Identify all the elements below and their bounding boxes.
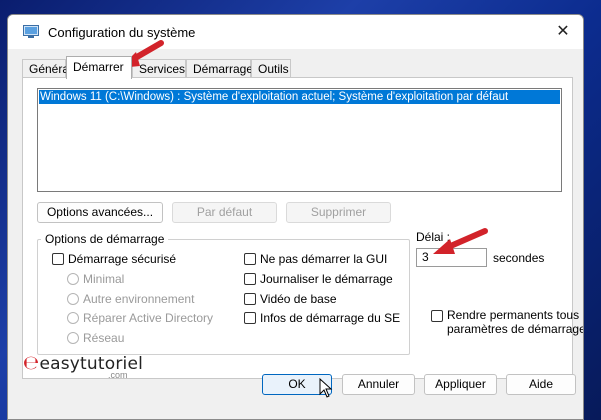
no-gui-checkbox[interactable]: Ne pas démarrer la GUI bbox=[244, 252, 387, 266]
safe-boot-label: Démarrage sécurisé bbox=[68, 252, 177, 266]
tab-general[interactable]: Général bbox=[22, 59, 72, 78]
radio-active-directory-dot[interactable] bbox=[67, 312, 79, 324]
close-icon[interactable]: ✕ bbox=[543, 15, 583, 49]
boot-entry-item[interactable]: Windows 11 (C:\Windows) : Système d'expl… bbox=[39, 90, 560, 104]
tab-tools[interactable]: Outils bbox=[251, 59, 291, 78]
make-permanent-line1: Rendre permanents tous les bbox=[447, 308, 584, 322]
boot-log-checkbox[interactable]: Journaliser le démarrage bbox=[244, 272, 393, 286]
no-gui-label: Ne pas démarrer la GUI bbox=[260, 252, 388, 266]
advanced-options-button[interactable]: Options avancées... bbox=[37, 202, 163, 223]
make-permanent-line2: paramètres de démarrage bbox=[447, 322, 584, 336]
radio-minimal-dot[interactable] bbox=[67, 273, 79, 285]
radio-active-directory-label: Réparer Active Directory bbox=[83, 311, 214, 325]
boot-log-box[interactable] bbox=[244, 273, 256, 285]
make-permanent-checkbox[interactable]: Rendre permanents tous les paramètres de… bbox=[431, 308, 584, 336]
radio-alternate-shell[interactable]: Autre environnement bbox=[67, 292, 194, 306]
base-video-box[interactable] bbox=[244, 293, 256, 305]
cancel-button[interactable]: Annuler bbox=[342, 374, 415, 395]
safe-boot-checkbox[interactable]: Démarrage sécurisé bbox=[52, 252, 176, 266]
safe-boot-box[interactable] bbox=[52, 253, 64, 265]
timeout-unit: secondes bbox=[493, 251, 545, 265]
title-bar: Configuration du système ✕ bbox=[8, 15, 583, 49]
tab-start[interactable]: Démarrer bbox=[66, 56, 132, 79]
boot-entries-list[interactable]: Windows 11 (C:\Windows) : Système d'expl… bbox=[37, 88, 562, 192]
apply-button[interactable]: Appliquer bbox=[424, 374, 497, 395]
make-permanent-box[interactable] bbox=[431, 310, 443, 322]
set-default-button[interactable]: Par défaut bbox=[172, 202, 277, 223]
radio-minimal-label: Minimal bbox=[83, 272, 125, 286]
radio-alternate-shell-label: Autre environnement bbox=[83, 292, 195, 306]
os-boot-info-label: Infos de démarrage du SE bbox=[260, 311, 401, 325]
red-arrow-icon bbox=[433, 228, 488, 254]
no-gui-box[interactable] bbox=[244, 253, 256, 265]
radio-alternate-shell-dot[interactable] bbox=[67, 293, 79, 305]
help-button[interactable]: Aide bbox=[506, 374, 576, 395]
os-boot-info-checkbox[interactable]: Infos de démarrage du SE bbox=[244, 311, 400, 325]
mouse-pointer-icon bbox=[319, 378, 333, 398]
radio-network-label: Réseau bbox=[83, 331, 125, 345]
radio-network-dot[interactable] bbox=[67, 332, 79, 344]
make-permanent-label: Rendre permanents tous les paramètres de… bbox=[447, 308, 584, 336]
radio-active-directory[interactable]: Réparer Active Directory bbox=[67, 311, 213, 325]
tab-startup[interactable]: Démarrage bbox=[186, 59, 253, 78]
boot-options-title: Options de démarrage bbox=[41, 232, 169, 246]
watermark-e-icon: ℮ bbox=[23, 352, 40, 374]
base-video-checkbox[interactable]: Vidéo de base bbox=[244, 292, 337, 306]
delete-button[interactable]: Supprimer bbox=[286, 202, 391, 223]
boot-log-label: Journaliser le démarrage bbox=[260, 272, 393, 286]
base-video-label: Vidéo de base bbox=[260, 292, 337, 306]
os-boot-info-box[interactable] bbox=[244, 312, 256, 324]
radio-network[interactable]: Réseau bbox=[67, 331, 124, 345]
watermark-suffix: .com bbox=[108, 370, 128, 380]
radio-minimal[interactable]: Minimal bbox=[67, 272, 124, 286]
msconfig-icon bbox=[23, 25, 39, 38]
